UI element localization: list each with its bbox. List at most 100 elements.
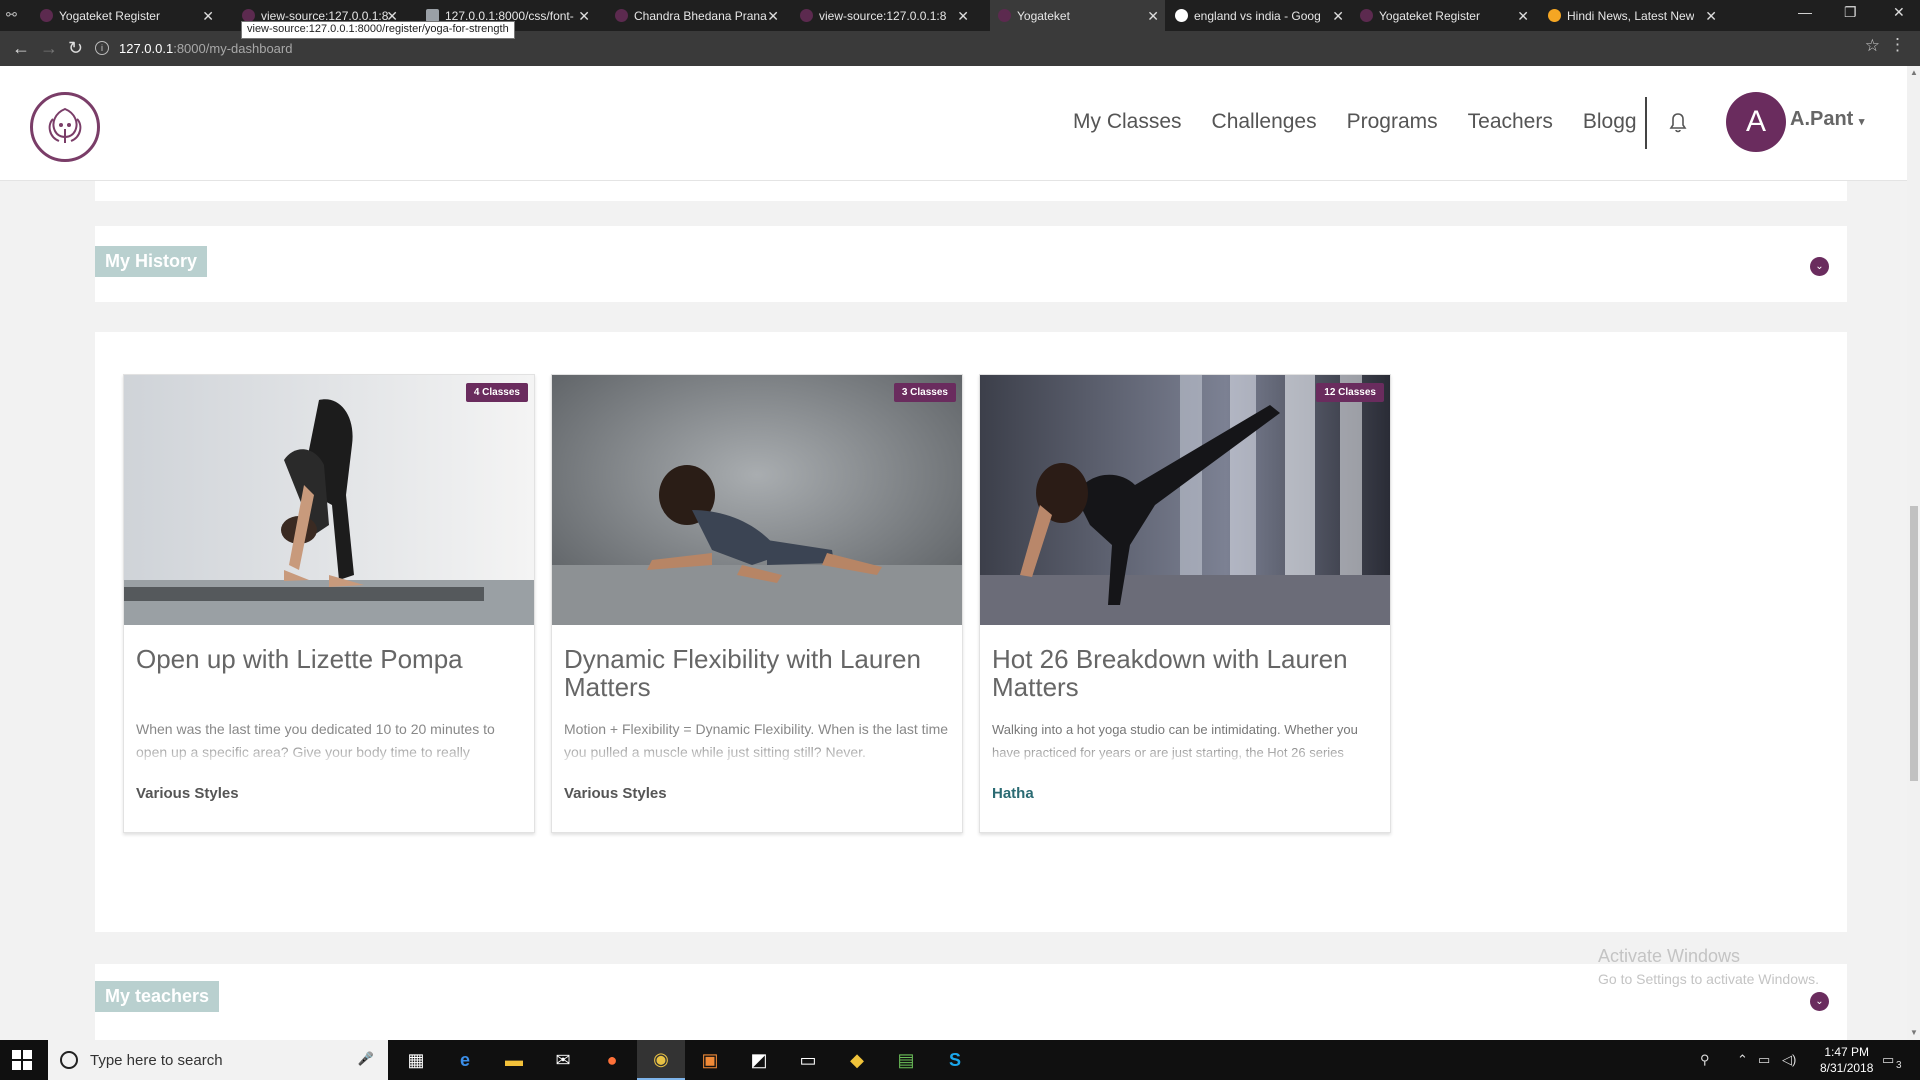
file-explorer-icon[interactable]: ▬ (490, 1040, 538, 1080)
browser-tab[interactable]: view-source:127.0.0.1:8 ✕ (800, 0, 975, 31)
avatar[interactable]: A (1726, 92, 1786, 152)
taskbar-search[interactable]: Type here to search 🎤 (48, 1040, 388, 1080)
class-card[interactable]: 4 Classes Open up with Lizette Pompa Whe… (123, 374, 535, 833)
firefox-icon[interactable]: ● (588, 1040, 636, 1080)
cortana-icon (60, 1051, 78, 1069)
bell-icon[interactable] (1665, 109, 1691, 135)
nav-divider (1645, 97, 1647, 149)
close-icon[interactable]: ✕ (957, 8, 969, 25)
class-image[interactable]: 12 Classes (980, 375, 1390, 625)
chevron-down-icon[interactable]: ⌄ (1810, 257, 1829, 276)
tab-title: Yogateket Register (1379, 8, 1480, 23)
info-icon[interactable]: i (95, 41, 109, 55)
nav-blogg[interactable]: Blogg (1583, 110, 1637, 134)
nav-teachers[interactable]: Teachers (1468, 110, 1553, 134)
tab-title: Yogateket (1017, 8, 1070, 23)
tab-title: Yogateket Register (59, 8, 160, 23)
tray-expand-icon[interactable]: ⌃ (1737, 1052, 1748, 1068)
caret-down-icon: ▾ (1858, 116, 1865, 128)
close-icon[interactable]: ✕ (202, 8, 214, 25)
chrome-icon[interactable]: ◉ (637, 1040, 685, 1080)
tab-favicon (40, 9, 53, 22)
bookmark-star-icon[interactable]: ☆ (1865, 36, 1880, 56)
chevron-down-icon[interactable]: ⌄ (1810, 992, 1829, 1011)
windows-start-icon[interactable] (12, 1050, 32, 1075)
git-icon[interactable]: ◆ (833, 1040, 881, 1080)
tab-title: Chandra Bhedana Prana (634, 8, 767, 23)
yogateket-logo[interactable] (30, 92, 100, 162)
tab-favicon (615, 9, 628, 22)
restore-icon[interactable]: ❐ (1844, 4, 1857, 21)
nav-challenges[interactable]: Challenges (1212, 110, 1317, 134)
tab-title: Hindi News, Latest New (1567, 8, 1695, 23)
scroll-down-icon[interactable]: ▼ (1910, 1028, 1918, 1037)
mail-icon[interactable]: ✉ (539, 1040, 587, 1080)
close-icon[interactable]: ✕ (578, 8, 590, 25)
close-icon[interactable]: ✕ (1517, 8, 1529, 25)
back-icon[interactable]: ← (12, 38, 30, 59)
tab-tooltip: view-source:127.0.0.1:8000/register/yoga… (241, 21, 515, 39)
class-style: Hatha (992, 785, 1034, 802)
chrome-menu-icon[interactable]: ⋮ (1889, 35, 1906, 55)
page-viewport: My Classes Challenges Programs Teachers … (0, 66, 1907, 1040)
new-tab-button[interactable] (1740, 0, 1772, 31)
scroll-thumb[interactable] (1910, 506, 1918, 781)
network-icon[interactable]: ▭ (1758, 1052, 1770, 1068)
watermark-subtitle: Go to Settings to activate Windows. (1598, 971, 1819, 987)
minimize-icon[interactable]: — (1798, 4, 1812, 20)
teachers-header-panel[interactable]: My teachers ⌄ (95, 964, 1847, 1040)
forward-icon[interactable]: → (40, 38, 58, 59)
tab-favicon (1548, 9, 1561, 22)
class-style: Various Styles (136, 785, 239, 802)
browser-menu-icon[interactable]: ⚯ (6, 7, 24, 23)
notepad-icon[interactable]: ▤ (882, 1040, 930, 1080)
browser-tab[interactable]: england vs india - Goog ✕ (1175, 0, 1350, 31)
close-window-icon[interactable]: ✕ (1893, 4, 1905, 21)
close-icon[interactable]: ✕ (1332, 8, 1344, 25)
terminal-icon[interactable]: ▭ (784, 1040, 832, 1080)
edge-icon[interactable]: e (441, 1040, 489, 1080)
history-header-panel[interactable]: My History ⌄ (95, 226, 1847, 302)
tab-title: england vs india - Goog (1194, 8, 1321, 23)
microphone-icon[interactable]: 🎤 (358, 1051, 374, 1067)
sticky-notes-icon[interactable]: ◩ (735, 1040, 783, 1080)
clock-date: 8/31/2018 (1820, 1061, 1874, 1075)
skype-icon[interactable]: S (931, 1040, 979, 1080)
system-clock[interactable]: 1:47 PM 8/31/2018 (1820, 1044, 1873, 1076)
nav-my-classes[interactable]: My Classes (1073, 110, 1182, 134)
close-icon[interactable]: ✕ (767, 8, 779, 25)
xampp-icon[interactable]: ▣ (686, 1040, 734, 1080)
page-scrollbar[interactable]: ▲ ▼ (1907, 66, 1920, 1040)
browser-tab[interactable]: Hindi News, Latest New ✕ (1548, 0, 1723, 31)
search-placeholder: Type here to search (90, 1051, 223, 1069)
action-center-icon[interactable]: ▭ (1882, 1052, 1894, 1068)
class-image[interactable]: 4 Classes (124, 375, 534, 625)
browser-tab[interactable]: Chandra Bhedana Prana ✕ (615, 0, 785, 31)
username: A.Pant (1790, 108, 1854, 130)
windows-taskbar: Type here to search 🎤 ▦ e ▬ ✉ ● ◉ ▣ ◩ ▭ … (0, 1040, 1920, 1080)
close-icon[interactable]: ✕ (1705, 8, 1717, 25)
browser-tab[interactable]: Yogateket Register ✕ (40, 0, 220, 31)
section-strip (95, 181, 1847, 201)
task-view-icon[interactable]: ▦ (392, 1040, 440, 1080)
class-card[interactable]: 12 Classes Hot 26 Breakdown with Lauren … (979, 374, 1391, 833)
browser-tab[interactable]: Yogateket Register ✕ (1360, 0, 1535, 31)
class-title[interactable]: Open up with Lizette Pompa (136, 645, 524, 673)
nav-programs[interactable]: Programs (1347, 110, 1438, 134)
close-icon[interactable]: ✕ (1147, 8, 1159, 25)
volume-icon[interactable]: ◁) (1782, 1052, 1796, 1068)
class-title[interactable]: Dynamic Flexibility with Lauren Matters (564, 645, 952, 701)
site-header: My Classes Challenges Programs Teachers … (0, 66, 1907, 181)
class-card[interactable]: 3 Classes Dynamic Flexibility with Laure… (551, 374, 963, 833)
class-title[interactable]: Hot 26 Breakdown with Lauren Matters (992, 645, 1380, 701)
class-image[interactable]: 3 Classes (552, 375, 962, 625)
clock-time: 1:47 PM (1824, 1045, 1870, 1059)
scroll-up-icon[interactable]: ▲ (1910, 68, 1918, 77)
browser-tab-active[interactable]: Yogateket ✕ (990, 0, 1165, 31)
user-menu[interactable]: A.Pant ▾ (1790, 108, 1864, 131)
notification-count: 3 (1896, 1060, 1902, 1071)
reload-icon[interactable]: ↻ (68, 38, 83, 59)
people-icon[interactable]: ⚲ (1700, 1052, 1710, 1068)
history-cards-panel: 4 Classes Open up with Lizette Pompa Whe… (95, 332, 1847, 932)
logo-mark-icon (48, 107, 82, 143)
